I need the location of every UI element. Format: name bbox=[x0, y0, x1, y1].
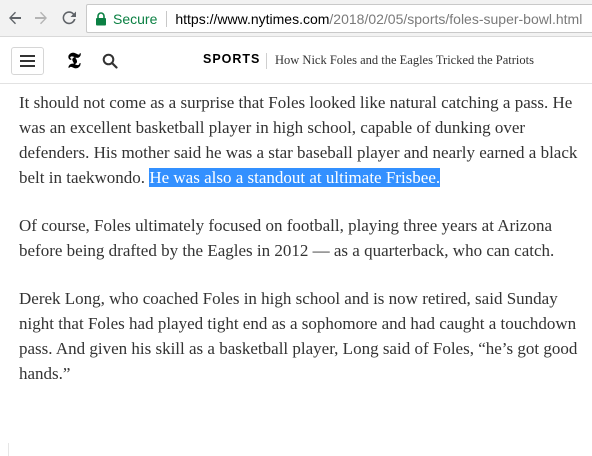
nyt-logo[interactable]: 𝕿 bbox=[63, 48, 85, 74]
arrow-left-icon bbox=[9, 11, 21, 25]
secure-label: Secure bbox=[113, 10, 158, 27]
menu-button[interactable] bbox=[11, 47, 44, 75]
browser-toolbar: Secure https://www.nytimes.com/2018/02/0… bbox=[0, 0, 592, 37]
article-body: It should not come as a surprise that Fo… bbox=[19, 90, 592, 409]
margin-divider bbox=[8, 443, 9, 456]
url-text[interactable]: https://www.nytimes.com/2018/02/05/sport… bbox=[175, 11, 582, 27]
reload-icon bbox=[62, 11, 76, 25]
paragraph-1: It should not come as a surprise that Fo… bbox=[19, 90, 590, 190]
url-path: /2018/02/05/sports/foles-super-bowl.html bbox=[329, 10, 583, 27]
hamburger-menu-icon bbox=[20, 55, 35, 67]
url-separator bbox=[166, 10, 168, 27]
lock-icon bbox=[95, 11, 107, 26]
address-bar[interactable]: Secure https://www.nytimes.com/2018/02/0… bbox=[86, 4, 592, 33]
paragraph-3: Derek Long, who coached Foles in high sc… bbox=[19, 289, 578, 383]
reload-button[interactable] bbox=[58, 7, 80, 29]
section-label[interactable]: SPORTS bbox=[203, 52, 260, 66]
url-host: https://www.nytimes.com bbox=[175, 10, 330, 27]
forward-button[interactable] bbox=[30, 7, 52, 29]
selected-text[interactable]: He was also a standout at ultimate Frisb… bbox=[149, 168, 441, 187]
header-divider bbox=[266, 53, 267, 69]
search-button[interactable] bbox=[100, 51, 120, 71]
back-button[interactable] bbox=[4, 7, 26, 29]
header-headline: How Nick Foles and the Eagles Tricked th… bbox=[275, 53, 534, 67]
arrow-right-icon bbox=[35, 11, 47, 25]
search-icon bbox=[102, 53, 118, 69]
paragraph-2: Of course, Foles ultimately focused on f… bbox=[19, 216, 555, 260]
site-header: 𝕿 SPORTS How Nick Foles and the Eagles T… bbox=[0, 38, 592, 84]
